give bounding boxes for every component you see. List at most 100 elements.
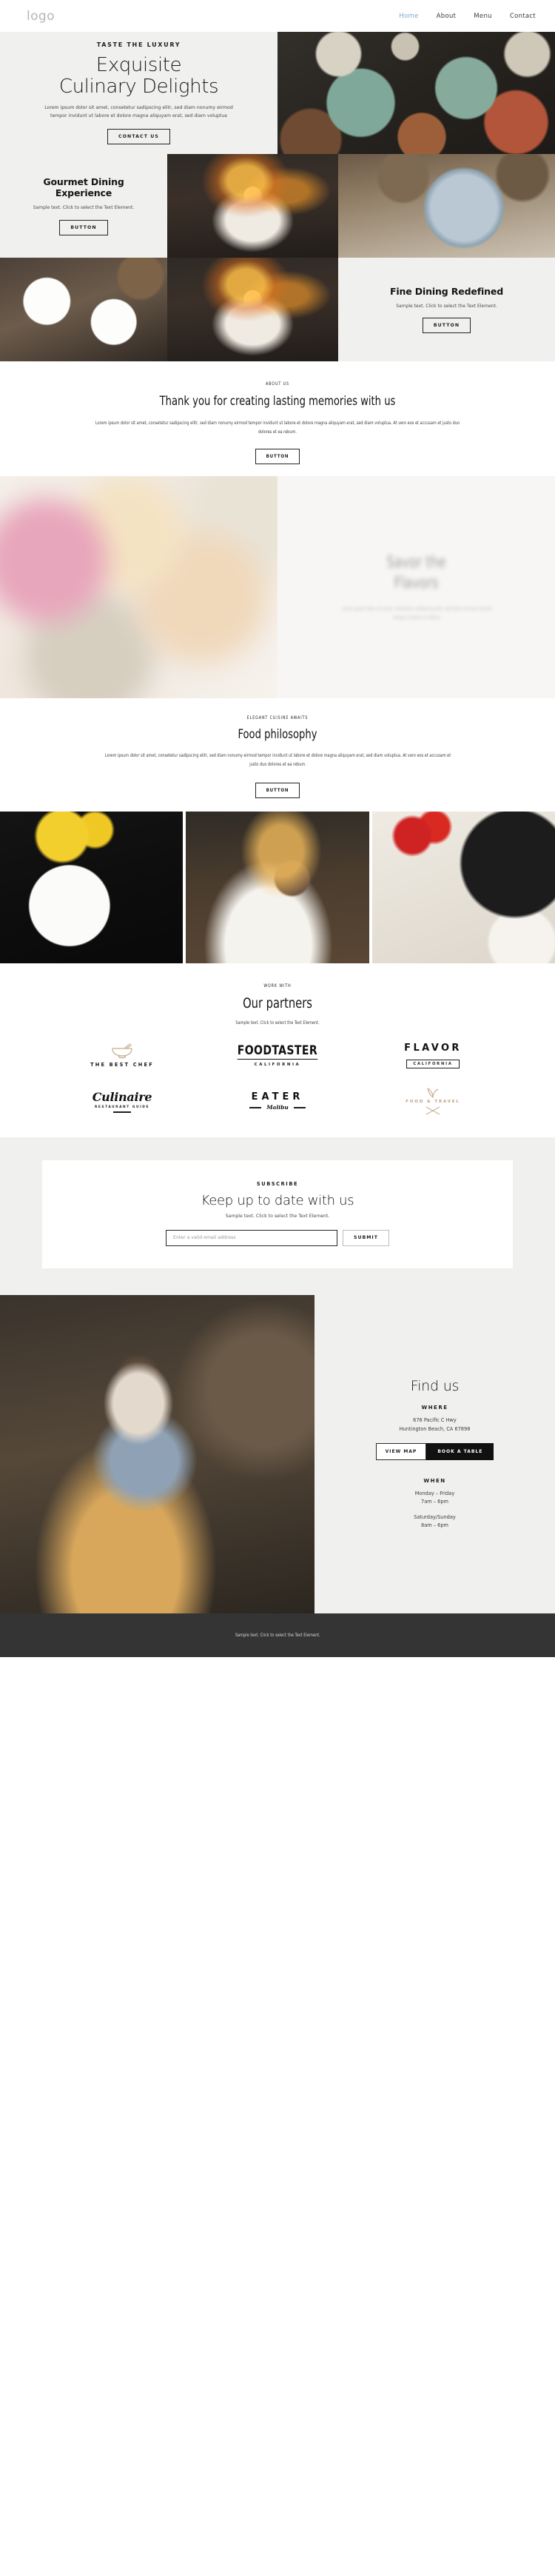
nav-item-about[interactable]: About [437, 13, 457, 20]
fine-plate-photo [338, 154, 555, 258]
gallery-section [0, 811, 555, 963]
nav-item-home[interactable]: Home [399, 13, 418, 20]
gallery-photo-plated-dish [0, 811, 184, 963]
eater-malibu-row: Malibu [249, 1104, 306, 1111]
hero-photo [278, 32, 555, 154]
weekend-hours: 8am – 6pm [421, 1522, 448, 1529]
hero-text-panel: TASTE THE LUXURY Exquisite Culinary Deli… [0, 32, 278, 154]
subscribe-title: Keep up to date with us [201, 1192, 354, 1208]
footer-text: Sample text. Click to select the Text El… [235, 1632, 320, 1639]
hours-gap [414, 1506, 456, 1513]
where-label: WHERE [421, 1405, 448, 1411]
nav-item-menu[interactable]: Menu [474, 13, 492, 20]
partner-logo-grid: THE BEST CHEF FOODTASTER CALIFORNIA FLAV… [0, 1028, 555, 1115]
partner-label-eater: EATER [251, 1091, 304, 1103]
hero-body-text: Lorem ipsum dolor sit amet, consetetur s… [44, 104, 233, 118]
partner-sublabel-flavor: CALIFORNIA [406, 1059, 460, 1068]
partners-text: Sample text. Click to select the Text El… [235, 1020, 320, 1026]
crossed-utensils-icon [426, 1106, 440, 1115]
opening-hours: Monday – Friday 7am – 6pm Saturday/Sunda… [414, 1490, 456, 1530]
find-us-title: Find us [410, 1378, 460, 1395]
fine-dining-button[interactable]: BUTTON [422, 318, 471, 334]
partners-eyebrow: WORK WITH [263, 982, 292, 988]
hero-section: TASTE THE LUXURY Exquisite Culinary Deli… [0, 32, 555, 154]
partner-sublabel-foodtaster: CALIFORNIA [254, 1063, 301, 1068]
savor-title: Savor the Flavors [386, 552, 445, 593]
site-footer: Sample text. Click to select the Text El… [0, 1613, 555, 1657]
hero-eyebrow: TASTE THE LUXURY [96, 41, 181, 48]
address: 676 Pacific C Hwy Huntington Beach, CA 6… [400, 1416, 471, 1433]
gallery-photo-diner [186, 811, 369, 963]
partner-logo-foodtaster[interactable]: FOODTASTER CALIFORNIA [234, 1043, 321, 1067]
subscribe-eyebrow: SUBSCRIBE [256, 1180, 299, 1187]
subscribe-text: Sample text. Click to select the Text El… [225, 1213, 330, 1219]
gourmet-dining-text: Sample text. Click to select the Text El… [33, 205, 135, 211]
subscribe-form: SUBMIT [57, 1229, 498, 1246]
partners-section: WORK WITH Our partners Sample text. Clic… [0, 963, 555, 1137]
landing-page: logo Home About Menu Contact TASTE THE L… [0, 0, 555, 1657]
fine-dining-title: Fine Dining Redefined [389, 285, 504, 297]
site-header: logo Home About Menu Contact [0, 0, 555, 32]
hero-title-line1: Exquisite [95, 53, 182, 76]
submit-button[interactable]: SUBMIT [343, 1229, 389, 1246]
email-input[interactable] [166, 1229, 338, 1246]
leaf-icon [427, 1087, 439, 1098]
partner-label-the-best-chef: THE BEST CHEF [90, 1062, 154, 1068]
philosophy-eyebrow: ELEGANT CUISINE AWAITS [246, 715, 309, 721]
partner-sublabel-culinaire: RESTAURANT GUIDE [94, 1105, 149, 1110]
hero-contact-button[interactable]: CONTACT US [107, 129, 170, 145]
subscribe-card: SUBSCRIBE Keep up to date with us Sample… [42, 1160, 513, 1268]
site-logo[interactable]: logo [27, 9, 55, 24]
philosophy-button[interactable]: BUTTON [255, 782, 300, 798]
partner-label-culinaire: Culinaire [92, 1090, 152, 1105]
about-body-text: Lorem ipsum dolor sit amet, consetetur s… [95, 421, 460, 435]
gallery-photo-tomato-dish [371, 811, 555, 963]
culinaire-rule [112, 1111, 131, 1113]
address-line-1: 676 Pacific C Hwy [413, 1417, 457, 1424]
partner-sublabel-eater: Malibu [266, 1104, 289, 1111]
find-us-photo [0, 1294, 314, 1613]
partner-logo-the-best-chef[interactable]: THE BEST CHEF [90, 1043, 154, 1068]
gourmet-dining-card: Gourmet Dining Experience Sample text. C… [0, 154, 167, 258]
partner-logo-flavor[interactable]: FLAVOR CALIFORNIA [404, 1043, 462, 1068]
find-us-buttons: VIEW MAP BOOK A TABLE [375, 1442, 494, 1460]
about-section: ABOUT US Thank you for creating lasting … [0, 361, 555, 477]
bowl-icon [112, 1043, 132, 1059]
weekend-days: Saturday/Sunday [414, 1514, 456, 1521]
partner-logo-food-and-travel[interactable]: FOOD & TRAVEL [406, 1087, 460, 1115]
find-us-section: Find us WHERE 676 Pacific C Hwy Huntingt… [0, 1294, 555, 1613]
book-a-table-button[interactable]: BOOK A TABLE [426, 1442, 494, 1460]
savor-blur-photo [0, 476, 278, 699]
hero-title: Exquisite Culinary Delights [58, 53, 219, 98]
philosophy-section: ELEGANT CUISINE AWAITS Food philosophy L… [0, 698, 555, 812]
philosophy-title: Food philosophy [238, 727, 317, 743]
about-eyebrow: ABOUT US [265, 381, 289, 387]
eater-rule-right [293, 1107, 306, 1108]
savor-body-text: Lorem ipsum dolor sit amet, consetetur s… [341, 606, 491, 620]
feature-band-bottom: Fine Dining Redefined Sample text. Click… [0, 258, 555, 361]
find-us-info-panel: Find us WHERE 676 Pacific C Hwy Huntingt… [314, 1294, 555, 1613]
savor-section: Savor the Flavors Lorem ipsum dolor sit … [0, 476, 555, 699]
partner-label-food-and-travel: FOOD & TRAVEL [406, 1099, 460, 1104]
hero-title-line2: Culinary Delights [58, 75, 219, 98]
eater-rule-left [249, 1107, 262, 1108]
savor-text-panel: Savor the Flavors Lorem ipsum dolor sit … [278, 476, 555, 699]
chef-flame-photo-continued [167, 258, 338, 361]
feature-band-top: Gourmet Dining Experience Sample text. C… [0, 154, 555, 258]
nav-item-contact[interactable]: Contact [510, 13, 536, 20]
savor-title-line1: Savor the [386, 553, 446, 572]
about-button[interactable]: BUTTON [255, 449, 300, 465]
weekday-hours: 7am – 6pm [421, 1498, 448, 1505]
partner-logo-eater[interactable]: EATER Malibu [249, 1091, 306, 1111]
address-line-2: Huntington Beach, CA 67898 [399, 1425, 471, 1432]
gourmet-dining-button[interactable]: BUTTON [59, 220, 108, 236]
partner-label-flavor: FLAVOR [404, 1042, 462, 1054]
main-navigation: Home About Menu Contact [399, 13, 536, 20]
fine-dining-card: Fine Dining Redefined Sample text. Click… [338, 258, 555, 361]
partners-title: Our partners [243, 994, 312, 1011]
partner-logo-culinaire[interactable]: Culinaire RESTAURANT GUIDE [92, 1090, 152, 1113]
when-label: WHEN [423, 1477, 446, 1484]
philosophy-body-text: Lorem ipsum dolor sit amet, consetetur s… [104, 753, 451, 768]
partner-label-foodtaster: FOODTASTER [237, 1043, 318, 1060]
view-map-button[interactable]: VIEW MAP [375, 1442, 427, 1460]
